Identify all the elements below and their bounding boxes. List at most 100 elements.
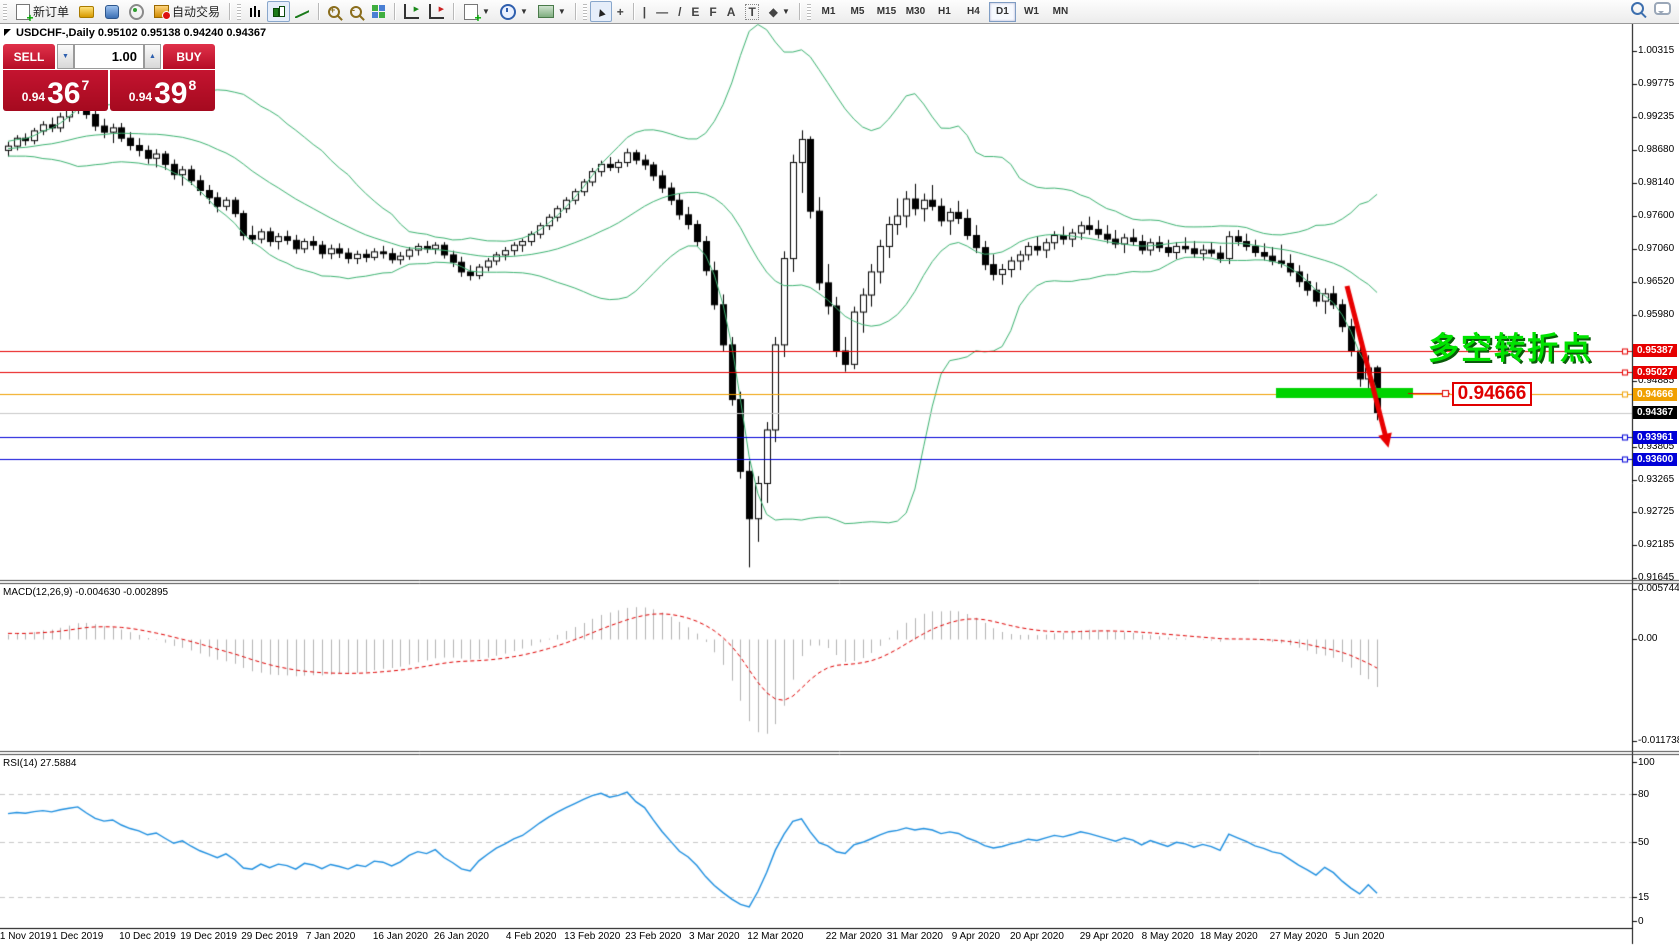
price-level-tag: 0.94666	[1633, 388, 1677, 401]
price-tick-label: 0.92185	[1638, 539, 1674, 550]
date-tick-label: 29 Apr 2020	[1080, 931, 1134, 942]
zoom-in-icon: +	[328, 6, 340, 18]
price-tick-label: 0.97060	[1638, 243, 1674, 254]
fibonacci-icon: F	[709, 5, 716, 19]
auto-scroll-icon	[404, 4, 419, 19]
autotrade-label: 自动交易	[172, 3, 220, 20]
date-tick-label: 20 Apr 2020	[1010, 931, 1064, 942]
price-tick-label: 0.98140	[1638, 177, 1674, 188]
auto-scroll-button[interactable]	[399, 1, 424, 22]
macd-tick-label: 0.005744	[1638, 583, 1679, 594]
macd-tick-label: 0.00	[1638, 633, 1657, 644]
bar-chart-button[interactable]	[244, 1, 267, 22]
buy-button[interactable]: BUY	[163, 44, 215, 69]
signal-icon	[129, 4, 144, 19]
fibonacci-button[interactable]: F	[704, 1, 721, 22]
date-tick-label: 27 May 2020	[1270, 931, 1328, 942]
new-order-label: 新订单	[33, 3, 69, 20]
date-tick-label: 3 Mar 2020	[689, 931, 740, 942]
indicators-button[interactable]: ▼	[458, 1, 495, 22]
chart-canvas[interactable]	[0, 0, 1679, 950]
lot-increase-button[interactable]: ▲	[144, 44, 161, 69]
rsi-tick-label: 15	[1638, 892, 1649, 903]
date-tick-label: 7 Jan 2020	[306, 931, 356, 942]
price-tick-label: 1.00315	[1638, 45, 1674, 56]
autotrade-button[interactable]: 自动交易	[149, 1, 225, 22]
profile-button[interactable]	[99, 1, 124, 22]
timeframe-m30[interactable]: M30	[902, 2, 929, 22]
text-label-button[interactable]: T	[740, 1, 763, 22]
price-tick-label: 0.91645	[1638, 572, 1674, 583]
timeframe-mn[interactable]: MN	[1047, 2, 1074, 22]
price-tick-label: 0.99775	[1638, 78, 1674, 89]
chat-icon[interactable]	[1654, 2, 1671, 15]
arrows-button[interactable]: ◆▼	[764, 1, 795, 22]
rsi-indicator-label: RSI(14) 27.5884	[3, 758, 76, 769]
candle-chart-button[interactable]	[267, 1, 290, 22]
profile-icon	[104, 4, 119, 19]
date-tick-label: 23 Feb 2020	[625, 931, 681, 942]
zoom-out-button[interactable]: -	[345, 1, 367, 22]
cursor-button[interactable]: ▲	[590, 1, 612, 22]
timeframe-h4[interactable]: H4	[960, 2, 987, 22]
crosshair-button[interactable]: +	[612, 1, 629, 22]
arrows-icon: ◆	[769, 5, 778, 19]
timeframe-m5[interactable]: M5	[844, 2, 871, 22]
buy-price-pips: 39	[154, 81, 187, 107]
line-chart-button[interactable]	[290, 1, 314, 22]
vline-button[interactable]: |	[638, 1, 651, 22]
cursor-icon: ▲	[593, 3, 609, 20]
chart-shift-button[interactable]	[424, 1, 449, 22]
text-label-icon: T	[745, 4, 758, 20]
toolbar-grip[interactable]	[3, 4, 7, 20]
indicators-icon	[463, 4, 478, 19]
templates-button[interactable]: ▼	[533, 1, 571, 22]
date-tick-label: 16 Jan 2020	[373, 931, 428, 942]
new-order-button[interactable]: 新订单	[10, 1, 74, 22]
symbol-marker-icon	[4, 29, 11, 36]
date-tick-label: 13 Feb 2020	[564, 931, 620, 942]
turning-point-annotation: 多空转折点	[1428, 323, 1593, 368]
periods-button[interactable]: ▼	[495, 1, 533, 22]
autotrade-icon	[154, 4, 169, 19]
channel-button[interactable]: E	[686, 1, 704, 22]
chart-title: USDCHF-,Daily 0.95102 0.95138 0.94240 0.…	[16, 27, 266, 39]
new-order-icon	[15, 4, 30, 19]
rsi-tick-label: 50	[1638, 837, 1649, 848]
date-tick-label: 18 May 2020	[1200, 931, 1258, 942]
hline-button[interactable]: —	[651, 1, 673, 22]
date-tick-label: 12 Mar 2020	[747, 931, 803, 942]
date-tick-label: 29 Dec 2019	[241, 931, 298, 942]
price-tick-label: 0.97600	[1638, 210, 1674, 221]
one-click-trading-panel: SELL ▼ 1.00 ▲ BUY 0.94 36 7 0.94 39 8	[3, 44, 215, 111]
sell-button[interactable]: SELL	[3, 44, 55, 69]
signals-button[interactable]	[124, 1, 149, 22]
price-tick-label: 0.92725	[1638, 506, 1674, 517]
timeframe-group: M1M5M15M30H1H4D1W1MN	[814, 2, 1075, 22]
price-level-tag: 0.93961	[1633, 431, 1677, 444]
trendline-button[interactable]: /	[673, 1, 686, 22]
timeframe-w1[interactable]: W1	[1018, 2, 1045, 22]
tile-windows-button[interactable]	[367, 1, 390, 22]
timeframe-m1[interactable]: M1	[815, 2, 842, 22]
lot-decrease-button[interactable]: ▼	[57, 44, 74, 69]
price-tick-label: 0.96520	[1638, 276, 1674, 287]
date-tick-label: 19 Dec 2019	[180, 931, 237, 942]
level-price-annotation: 0.94666	[1452, 382, 1532, 406]
line-chart-icon	[295, 6, 309, 18]
search-icon[interactable]	[1631, 2, 1644, 15]
timeframe-m15[interactable]: M15	[873, 2, 900, 22]
timeframe-d1[interactable]: D1	[989, 2, 1016, 22]
text-button[interactable]: A	[722, 1, 741, 22]
date-tick-label: 9 Apr 2020	[952, 931, 1000, 942]
zoom-in-button[interactable]: +	[323, 1, 345, 22]
hline-icon: —	[656, 5, 668, 19]
timeframe-h1[interactable]: H1	[931, 2, 958, 22]
date-tick-label: 1 Dec 2019	[52, 931, 103, 942]
market-watch-button[interactable]	[74, 1, 99, 22]
buy-price-display[interactable]: 0.94 39 8	[110, 70, 215, 111]
buy-price-point: 8	[188, 77, 196, 93]
macd-tick-label: -0.011738	[1638, 735, 1679, 746]
sell-price-display[interactable]: 0.94 36 7	[3, 70, 108, 111]
lot-size-input[interactable]: 1.00	[74, 44, 144, 69]
